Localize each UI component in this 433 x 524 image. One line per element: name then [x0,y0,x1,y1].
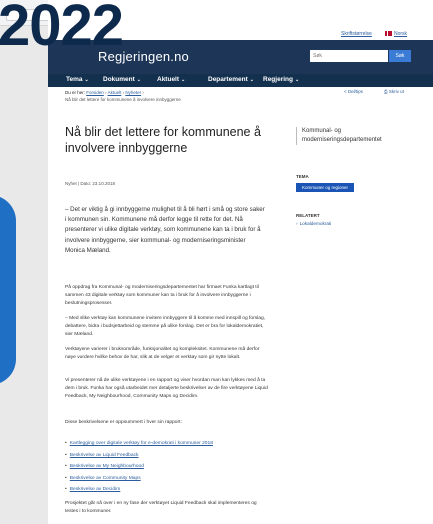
report-link[interactable]: Kartlegging over digitale verktøy for e-… [70,441,213,446]
article-paragraph: Prosjektet går nå over i en ny fase der … [65,501,257,514]
relatert-heading: RELATERT [296,213,320,218]
nav-label: Tema [66,76,83,83]
article-title: Nå blir det lettere for kommunene å invo… [65,125,261,155]
nav-item-regjering[interactable]: Regjering ⌄ [263,76,299,83]
main-navigation: Tema ⌄ Dokument ⌄ Aktuelt ⌄ Departement ⌄ Re… [48,74,433,87]
chevron-down-icon: ⌄ [84,77,89,83]
report-link-list: Kartlegging over digitale verktøy for e-… [65,438,275,496]
list-item: Kartlegging over digitale verktøy for e-… [65,438,275,450]
breadcrumb-label: Du er her: [65,90,86,95]
chevron-down-icon: ⌄ [294,77,300,83]
print-label: Skriv ut [388,89,404,94]
nav-item-aktuelt[interactable]: Aktuelt ⌄ [157,76,185,83]
nav-item-dokument[interactable]: Dokument ⌄ [103,76,141,83]
article-meta: Nyhet | Dato: 23.10.2018 [65,181,115,186]
decorative-blob [0,195,16,385]
breadcrumb: Du er her: Forsiden › Aktuelt › Nyheter … [65,90,181,102]
article-paragraph: Vi presenterer nå de ulike verktøyene i … [65,378,268,399]
nav-item-departement[interactable]: Departement ⌄ [208,76,254,83]
language-selector[interactable]: Norsk [385,31,407,37]
search-input[interactable] [310,50,388,62]
share-label: Del/tips [347,89,363,94]
chevron-right-icon: › [296,221,298,226]
article-lead: – Det er viktig å gi innbyggerne mulighe… [65,206,265,254]
share-link[interactable]: < Del/tips [344,89,363,94]
nav-label: Aktuelt [157,76,180,83]
chevron-down-icon: ⌄ [249,77,254,83]
tema-heading: TEMA [296,174,309,179]
related-link[interactable]: › Lokaldemokrati [296,221,331,226]
breadcrumb-current: Nå blir det lettere for kommunene å invo… [65,97,181,102]
utility-bar: Skriftstørrelse Norsk [48,26,433,40]
font-size-link[interactable]: Skriftstørrelse [341,31,372,37]
nav-label: Departement [208,76,248,83]
language-label: Norsk [394,31,408,37]
report-link[interactable]: Beskrivelse av Community Maps [70,476,141,481]
department-name[interactable]: Kommunal- og moderniseringsdepartementet [296,127,406,145]
breadcrumb-link[interactable]: Aktuelt [108,90,122,95]
chevron-down-icon: ⌄ [136,77,141,83]
related-link-label: Lokaldemokrati [299,221,332,226]
search-button[interactable]: Søk [389,50,411,62]
article-paragraph: – Med slike verktøy kan kommunene invite… [65,316,266,337]
list-item: Beskrivelse av Community Maps [65,473,275,485]
breadcrumb-link[interactable]: Nyheter [125,90,141,95]
report-link[interactable]: Beskrivelse av Decidim [70,487,121,492]
site-logo[interactable]: Regjeringen.no [98,49,189,64]
nav-label: Regjering [263,76,293,83]
print-link[interactable]: ⎙ Skriv ut [384,89,404,94]
article-paragraph: Disse beskrivelsene er oppsummert i hver… [65,420,182,425]
norway-flag-icon [385,31,392,37]
list-item: Beskrivelse av Liquid Feedback [65,450,275,462]
nav-item-tema[interactable]: Tema ⌄ [66,76,89,83]
list-item: Beskrivelse av My Neighbourhood [65,461,275,473]
breadcrumb-link[interactable]: Forsiden [86,90,104,95]
site-header: Regjeringen.no Søk [48,40,433,74]
report-link[interactable]: Beskrivelse av Liquid Feedback [70,453,139,458]
list-item: Beskrivelse av Decidim [65,484,275,496]
article-paragraph: På oppdrag fra Kommunal- og moderniserin… [65,285,259,306]
report-link[interactable]: Beskrivelse av My Neighbourhood [70,464,144,469]
chevron-down-icon: ⌄ [181,77,186,83]
article-paragraph: Verktøyene varierer i bruksområde, funks… [65,347,260,360]
nav-label: Dokument [103,76,135,83]
tema-badge[interactable]: Kommuner og regioner [296,183,354,192]
webpage: Skriftstørrelse Norsk Regjeringen.no Søk… [48,0,433,524]
